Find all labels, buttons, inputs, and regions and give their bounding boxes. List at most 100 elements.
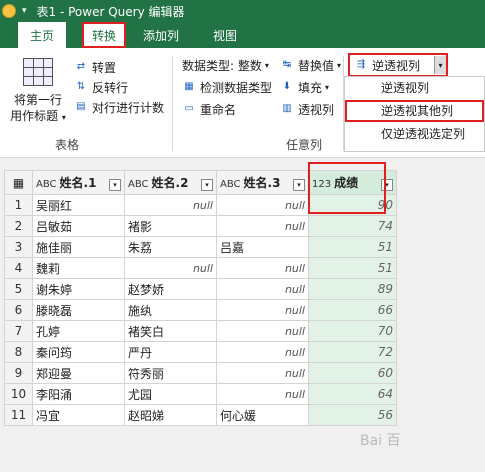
name-cell[interactable]: 冯宜 <box>32 404 125 426</box>
row-number[interactable]: 11 <box>4 404 33 426</box>
score-cell[interactable]: 74 <box>308 215 397 237</box>
pivot-column-button[interactable]: ▥ 透视列 <box>280 100 334 118</box>
name-cell[interactable]: 秦问筠 <box>32 341 125 363</box>
score-cell[interactable]: 70 <box>308 320 397 342</box>
chevron-down-icon[interactable]: ▾ <box>62 113 66 122</box>
null-cell[interactable]: null <box>124 257 217 279</box>
reverse-rows-button[interactable]: ⇅ 反转行 <box>74 78 128 96</box>
null-cell[interactable]: null <box>216 320 309 342</box>
tab-home[interactable]: 主页 <box>18 22 67 48</box>
row-number[interactable]: 3 <box>4 236 33 258</box>
name-cell[interactable]: 孔婷 <box>32 320 125 342</box>
unpivot-columns-button[interactable]: ⇶ 逆透视列 ▾ <box>348 53 448 77</box>
use-first-row-as-headers-button[interactable]: 将第一行 用作标题 ▾ <box>8 58 68 126</box>
table-row[interactable]: 6 滕晓磊 施纨 null 66 <box>4 299 397 321</box>
column-header[interactable]: ABC 姓名.1 ▾ <box>32 170 125 195</box>
table-row[interactable]: 10 李阳涌 尤园 null 64 <box>4 383 397 405</box>
table-row[interactable]: 2 吕敏茹 褚影 null 74 <box>4 215 397 237</box>
name-cell[interactable]: 吕敏茹 <box>32 215 125 237</box>
menu-item-unpivot-other-columns[interactable]: 逆透视其他列 <box>345 100 484 122</box>
detect-data-type-button[interactable]: ▦ 检测数据类型 <box>182 78 272 96</box>
row-number[interactable]: 1 <box>4 194 33 216</box>
name-cell[interactable]: 赵昭娣 <box>124 404 217 426</box>
score-cell[interactable]: 51 <box>308 236 397 258</box>
table-row[interactable]: 7 孔婷 褚笑白 null 70 <box>4 320 397 342</box>
null-cell[interactable]: null <box>124 194 217 216</box>
text-type-icon[interactable]: ABC <box>220 179 241 190</box>
null-cell[interactable]: null <box>216 215 309 237</box>
count-rows-button[interactable]: ▤ 对行进行计数 <box>74 98 164 116</box>
score-cell[interactable]: 56 <box>308 404 397 426</box>
name-cell[interactable]: 朱荔 <box>124 236 217 258</box>
tab-view[interactable]: 视图 <box>196 22 254 48</box>
chevron-down-icon[interactable]: ▾ <box>434 56 446 74</box>
score-cell[interactable]: 66 <box>308 299 397 321</box>
name-cell[interactable]: 符秀丽 <box>124 362 217 384</box>
table-row[interactable]: 4 魏莉 null null 51 <box>4 257 397 279</box>
table-row[interactable]: 8 秦问筠 严丹 null 72 <box>4 341 397 363</box>
null-cell[interactable]: null <box>216 278 309 300</box>
name-cell[interactable]: 谢朱婷 <box>32 278 125 300</box>
null-cell[interactable]: null <box>216 383 309 405</box>
first-row-label-2: 用作标题 <box>10 109 59 123</box>
name-cell[interactable]: 褚影 <box>124 215 217 237</box>
tab-transform[interactable]: 转换 <box>82 22 127 48</box>
name-cell[interactable]: 滕晓磊 <box>32 299 125 321</box>
text-type-icon[interactable]: ABC <box>128 179 149 190</box>
score-cell[interactable]: 72 <box>308 341 397 363</box>
row-number[interactable]: 10 <box>4 383 33 405</box>
filter-dropdown-icon[interactable]: ▾ <box>293 179 305 191</box>
row-number[interactable]: 7 <box>4 320 33 342</box>
row-number[interactable]: 8 <box>4 341 33 363</box>
name-cell[interactable]: 赵梦娇 <box>124 278 217 300</box>
menu-item-unpivot-columns[interactable]: 逆透视列 <box>345 77 484 99</box>
filter-dropdown-icon[interactable]: ▾ <box>109 179 121 191</box>
text-type-icon[interactable]: ABC <box>36 179 57 190</box>
table-row[interactable]: 11 冯宜 赵昭娣 何心媛 56 <box>4 404 397 426</box>
data-type-dropdown[interactable]: 数据类型: 整数 ▾ <box>182 56 269 74</box>
null-cell[interactable]: null <box>216 257 309 279</box>
name-cell[interactable]: 严丹 <box>124 341 217 363</box>
replace-values-button[interactable]: ↹ 替换值 ▾ <box>280 56 341 74</box>
score-cell[interactable]: 60 <box>308 362 397 384</box>
fill-button[interactable]: ⬇ 填充 ▾ <box>280 78 329 96</box>
table-row[interactable]: 9 郑迎曼 符秀丽 null 60 <box>4 362 397 384</box>
filter-dropdown-icon[interactable]: ▾ <box>201 179 213 191</box>
name-cell[interactable]: 施纨 <box>124 299 217 321</box>
tab-add-column[interactable]: 添加列 <box>126 22 196 48</box>
column-header[interactable]: ABC 姓名.3 ▾ <box>216 170 309 195</box>
group-separator <box>172 56 173 151</box>
menu-item-unpivot-selected-only[interactable]: 仅逆透视选定列 <box>345 123 484 145</box>
name-cell[interactable]: 褚笑白 <box>124 320 217 342</box>
name-cell[interactable]: 尤园 <box>124 383 217 405</box>
row-number[interactable]: 5 <box>4 278 33 300</box>
transpose-icon: ⇄ <box>76 61 86 72</box>
score-cell[interactable]: 89 <box>308 278 397 300</box>
app-icon[interactable] <box>2 4 16 18</box>
name-cell[interactable]: 何心媛 <box>216 404 309 426</box>
name-cell[interactable]: 吴丽红 <box>32 194 125 216</box>
table-menu-icon[interactable]: ▦ <box>4 170 33 195</box>
null-cell[interactable]: null <box>216 341 309 363</box>
null-cell[interactable]: null <box>216 194 309 216</box>
name-cell[interactable]: 吕嘉 <box>216 236 309 258</box>
name-cell[interactable]: 郑迎曼 <box>32 362 125 384</box>
row-number[interactable]: 2 <box>4 215 33 237</box>
null-cell[interactable]: null <box>216 299 309 321</box>
quick-access-dropdown-icon[interactable]: ▾ <box>22 6 27 16</box>
replace-values-icon: ↹ <box>282 59 292 70</box>
row-number[interactable]: 9 <box>4 362 33 384</box>
null-cell[interactable]: null <box>216 362 309 384</box>
row-number[interactable]: 4 <box>4 257 33 279</box>
name-cell[interactable]: 魏莉 <box>32 257 125 279</box>
rename-button[interactable]: ▭ 重命名 <box>182 100 236 118</box>
column-header[interactable]: ABC 姓名.2 ▾ <box>124 170 217 195</box>
table-row[interactable]: 3 施佳丽 朱荔 吕嘉 51 <box>4 236 397 258</box>
name-cell[interactable]: 李阳涌 <box>32 383 125 405</box>
name-cell[interactable]: 施佳丽 <box>32 236 125 258</box>
table-row[interactable]: 5 谢朱婷 赵梦娇 null 89 <box>4 278 397 300</box>
transpose-button[interactable]: ⇄ 转置 <box>74 58 116 76</box>
row-number[interactable]: 6 <box>4 299 33 321</box>
score-cell[interactable]: 51 <box>308 257 397 279</box>
score-cell[interactable]: 64 <box>308 383 397 405</box>
